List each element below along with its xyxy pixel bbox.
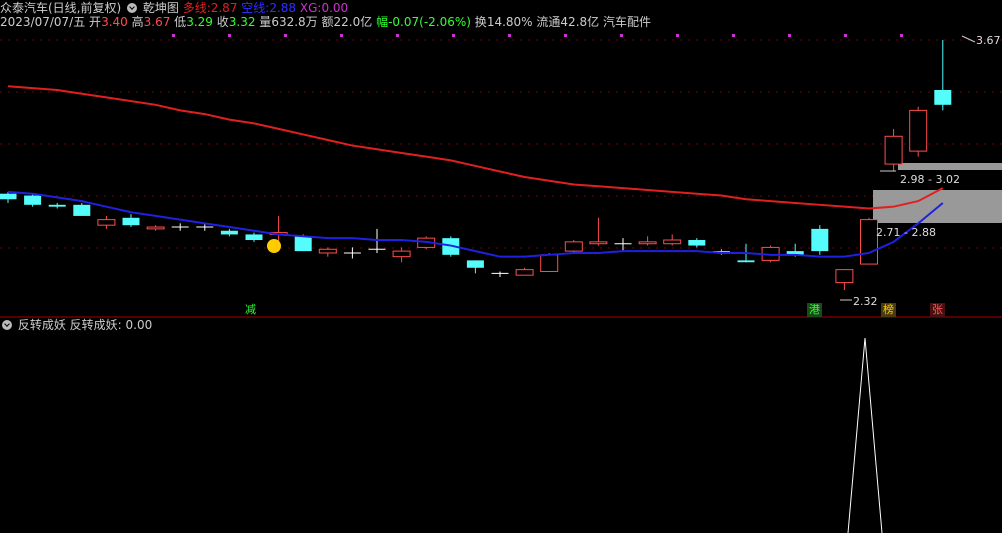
xg-marker-10 <box>732 34 735 37</box>
candle-body-1 <box>24 195 42 205</box>
blue-ma-line <box>7 190 944 258</box>
sector-label[interactable]: 汽车配件 <box>603 15 651 29</box>
candle-body-10 <box>245 234 263 240</box>
zone-lower-label: 2.71 - 2.88 <box>876 226 936 239</box>
high-value: 3.67 <box>143 15 171 29</box>
subchart-name[interactable]: 反转成妖 <box>18 318 66 332</box>
kline-chart[interactable] <box>0 0 1002 533</box>
xg-marker-8 <box>620 34 623 37</box>
float-value: 42.8亿 <box>560 15 600 29</box>
kong-value: 2.88 <box>269 1 297 15</box>
candle-body-12 <box>294 236 312 252</box>
header-row-1: 众泰汽车(日线,前复权) 乾坤图 多线:2.87 空线:2.88 XG:0.00 <box>0 1 348 16</box>
badge-bang[interactable]: 榜 <box>881 303 896 317</box>
volume-label: 量 <box>259 15 272 29</box>
smiley-icon <box>267 239 281 253</box>
candle-body-4 <box>97 219 116 226</box>
date-label: 2023/07/07/五 <box>0 15 86 29</box>
xg-marker-9 <box>676 34 679 37</box>
subchart-line-value: 0.00 <box>125 318 153 332</box>
kong-label: 空线: <box>241 1 270 15</box>
candle-body-21 <box>515 269 534 276</box>
stock-name[interactable]: 众泰汽车(日线,前复权) <box>0 1 121 15</box>
high-pointer-line <box>961 35 976 43</box>
badge-jian[interactable]: 减 <box>243 303 258 317</box>
xg-marker-11 <box>788 34 791 37</box>
close-value: 3.32 <box>228 15 256 29</box>
change-value: -0.07(-2.06%) <box>388 15 471 29</box>
open-value: 3.40 <box>101 15 128 29</box>
candle-body-28 <box>688 240 706 246</box>
xg-marker-3 <box>340 34 343 37</box>
amount-label: 额 <box>321 15 334 29</box>
candle-body-3 <box>73 204 91 216</box>
change-label: 幅 <box>376 15 389 29</box>
xg-label: XG: <box>299 1 322 15</box>
candle-body-33 <box>811 228 829 252</box>
high-price-label: 3.67 <box>976 34 1001 47</box>
subchart-line-label: 反转成妖: <box>69 318 122 332</box>
candle-body-37 <box>909 109 928 152</box>
candle-body-9 <box>220 230 238 235</box>
xg-marker-7 <box>564 34 567 37</box>
candle-body-16 <box>392 250 411 258</box>
candle-body-26 <box>638 241 657 245</box>
high-label: 高 <box>131 15 144 29</box>
xg-marker-12 <box>844 34 847 37</box>
red-ma-line <box>7 85 944 210</box>
resistance-zone-upper <box>898 163 1002 170</box>
xg-marker-13 <box>900 34 903 37</box>
turnover-label: 换 <box>474 15 487 29</box>
reversal-spike-line <box>847 337 883 533</box>
duo-label: 多线: <box>182 1 211 15</box>
header-row-2: 2023/07/07/五 开3.40 高3.67 低3.29 收3.32 量63… <box>0 15 651 30</box>
open-label: 开 <box>89 15 102 29</box>
duo-value: 2.87 <box>210 1 238 15</box>
volume-value: 632.8万 <box>271 15 318 29</box>
xg-marker-0 <box>172 34 175 37</box>
candle-body-5 <box>122 217 140 226</box>
candle-body-0 <box>0 193 17 200</box>
expand-circle-icon[interactable] <box>127 3 138 13</box>
xg-marker-5 <box>452 34 455 37</box>
subchart-header: 反转成妖 反转成妖: 0.00 <box>0 318 152 333</box>
candle-body-2 <box>48 204 66 207</box>
indicator-name[interactable]: 乾坤图 <box>143 1 179 15</box>
low-value: 3.29 <box>186 15 213 29</box>
zone-upper-label: 2.98 - 3.02 <box>900 173 960 186</box>
candle-body-27 <box>663 239 682 245</box>
xg-marker-6 <box>508 34 511 37</box>
candle-body-6 <box>146 226 165 230</box>
candle-body-36 <box>884 135 903 165</box>
low-price-label: 2.32 <box>853 295 878 308</box>
candle-body-34 <box>835 269 854 284</box>
close-label: 收 <box>216 15 229 29</box>
xg-value: 0.00 <box>321 1 349 15</box>
low-label: 低 <box>174 15 187 29</box>
xg-marker-1 <box>228 34 231 37</box>
xg-marker-2 <box>284 34 287 37</box>
candle-body-23 <box>564 241 583 252</box>
candle-body-24 <box>589 241 608 245</box>
subchart-expand-icon[interactable] <box>2 320 12 330</box>
candle-body-35 <box>860 219 878 265</box>
turnover-value: 14.80% <box>486 15 533 29</box>
candle-body-13 <box>318 248 337 254</box>
badge-zhang[interactable]: 张 <box>930 303 945 317</box>
candle-body-19 <box>466 260 484 268</box>
badge-gang[interactable]: 港 <box>807 303 822 317</box>
candle-body-22 <box>540 254 559 272</box>
float-label: 流通 <box>536 15 561 29</box>
xg-marker-4 <box>396 34 399 37</box>
candle-body-30 <box>737 260 755 263</box>
candle-body-38 <box>934 90 952 105</box>
amount-value: 22.0亿 <box>333 15 373 29</box>
